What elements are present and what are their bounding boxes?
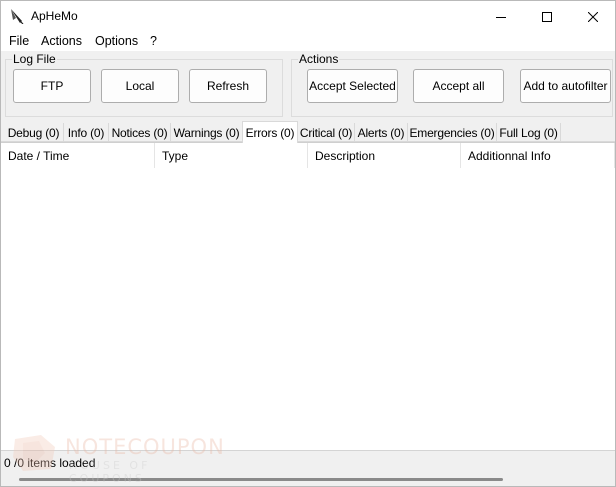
column-header-additional-info[interactable]: Additionnal Info [461,143,615,168]
app-window: ApHeMo File Actions Options ? Log File F… [0,0,616,487]
menu-file[interactable]: File [9,34,29,48]
log-file-group-label: Log File [12,52,57,66]
tab-full-log[interactable]: Full Log (0) [497,123,561,142]
tab-emergencies[interactable]: Emergencies (0) [408,123,497,142]
close-button[interactable] [570,1,616,32]
accept-all-button[interactable]: Accept all [413,69,504,103]
horizontal-scrollbar[interactable] [19,478,503,481]
window-title: ApHeMo [31,9,78,23]
column-header-type[interactable]: Type [155,143,308,168]
toolbar-area: Log File FTP Local Refresh Actions Accep… [1,51,615,121]
tab-notices[interactable]: Notices (0) [109,123,171,142]
add-to-autofilter-button[interactable]: Add to autofilter [520,69,611,103]
actions-group-label: Actions [298,52,340,66]
log-list-view[interactable]: Date / Time Type Description Additionnal… [1,142,615,450]
accept-selected-button[interactable]: Accept Selected [307,69,398,103]
app-feather-icon [11,9,24,24]
local-button[interactable]: Local [101,69,179,103]
refresh-button[interactable]: Refresh [189,69,267,103]
log-level-tabs: Debug (0) Info (0) Notices (0) Warnings … [1,121,615,143]
close-icon [588,11,598,22]
tab-errors[interactable]: Errors (0) [242,121,298,143]
minimize-button[interactable] [478,1,524,32]
tab-warnings[interactable]: Warnings (0) [171,123,243,142]
status-bar: 0 /0 items loaded [1,450,615,486]
menu-options[interactable]: Options [95,34,138,48]
menu-actions[interactable]: Actions [41,34,82,48]
column-header-description[interactable]: Description [308,143,461,168]
column-header-date-time[interactable]: Date / Time [1,143,155,168]
maximize-button[interactable] [524,1,570,32]
tab-info[interactable]: Info (0) [64,123,109,142]
title-bar[interactable]: ApHeMo [1,1,615,32]
ftp-button[interactable]: FTP [13,69,91,103]
tab-critical[interactable]: Critical (0) [298,123,355,142]
tab-debug[interactable]: Debug (0) [4,123,64,142]
menu-bar: File Actions Options ? [1,32,615,51]
maximize-icon [542,11,552,22]
minimize-icon [496,16,506,18]
status-text: 0 /0 items loaded [4,456,96,470]
menu-help[interactable]: ? [150,34,157,48]
tab-alerts[interactable]: Alerts (0) [355,123,408,142]
